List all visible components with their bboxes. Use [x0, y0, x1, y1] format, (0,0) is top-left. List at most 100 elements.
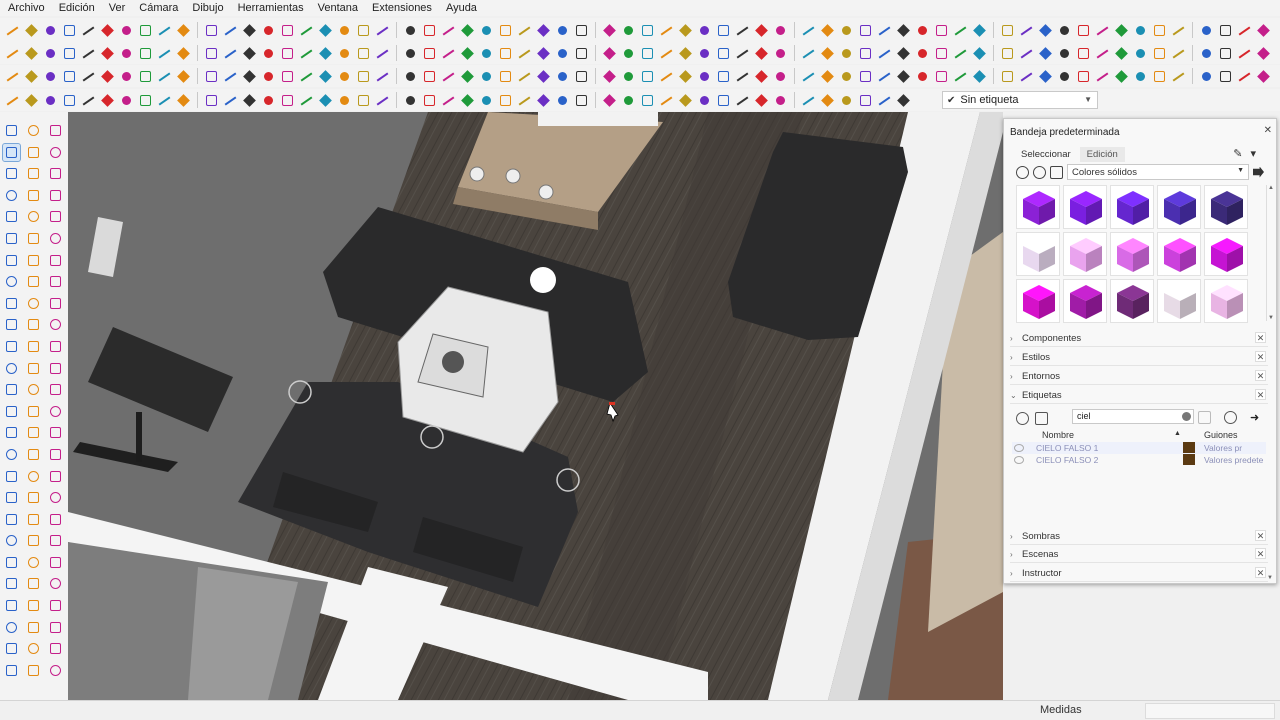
tool-icon[interactable] [137, 68, 154, 85]
tool-icon[interactable] [876, 22, 893, 39]
tool-icon[interactable] [838, 68, 855, 85]
tool-icon[interactable] [1075, 22, 1092, 39]
material-swatch[interactable] [1110, 279, 1154, 323]
tool-icon[interactable] [317, 22, 334, 39]
tool-icon[interactable] [857, 92, 874, 109]
active-tag-select[interactable]: ✔ Sin etiqueta ▼ [942, 91, 1098, 109]
tool-icon[interactable] [23, 92, 40, 109]
tool-icon[interactable] [3, 273, 20, 290]
tool-icon[interactable] [47, 273, 64, 290]
tool-icon[interactable] [3, 575, 20, 592]
tool-icon[interactable] [336, 92, 353, 109]
tool-icon[interactable] [99, 45, 116, 62]
tool-icon[interactable] [1056, 22, 1073, 39]
scroll-down-icon[interactable]: ▼ [1267, 575, 1273, 581]
tool-icon[interactable] [1075, 68, 1092, 85]
tool-icon[interactable] [3, 511, 20, 528]
tool-icon[interactable] [1018, 68, 1035, 85]
tool-icon[interactable] [47, 446, 64, 463]
tool-icon[interactable] [876, 92, 893, 109]
tool-icon[interactable] [47, 597, 64, 614]
tool-icon[interactable] [658, 22, 675, 39]
tool-icon[interactable] [1037, 22, 1054, 39]
tool-icon[interactable] [1255, 45, 1272, 62]
tool-icon[interactable] [3, 424, 20, 441]
tool-icon[interactable] [421, 22, 438, 39]
tool-icon[interactable] [156, 22, 173, 39]
section-tags[interactable]: ⌄ Etiquetas ✕ [1010, 387, 1268, 404]
material-swatch[interactable] [1157, 185, 1201, 229]
tool-icon[interactable] [535, 22, 552, 39]
tool-icon[interactable] [47, 575, 64, 592]
model-materials-icon[interactable] [1033, 165, 1046, 179]
tool-icon[interactable] [440, 92, 457, 109]
tool-icon[interactable] [459, 68, 476, 85]
material-swatch[interactable] [1063, 185, 1107, 229]
tool-icon[interactable] [800, 68, 817, 85]
tool-icon[interactable] [203, 68, 220, 85]
tool-icon[interactable] [279, 68, 296, 85]
material-swatch[interactable] [1063, 232, 1107, 276]
tool-icon[interactable] [47, 403, 64, 420]
tool-icon[interactable] [175, 68, 192, 85]
tool-icon[interactable] [23, 45, 40, 62]
model-viewport[interactable] [68, 112, 1003, 700]
section-instructor[interactable]: › Instructor ✕ [1010, 565, 1268, 582]
tool-icon[interactable] [355, 22, 372, 39]
tool-icon[interactable] [772, 22, 789, 39]
tool-icon[interactable] [4, 22, 21, 39]
tool-icon[interactable] [298, 92, 315, 109]
tool-icon[interactable] [772, 68, 789, 85]
tool-icon[interactable] [999, 68, 1016, 85]
tool-icon[interactable] [203, 92, 220, 109]
tab-edit[interactable]: Edición [1079, 147, 1125, 162]
tool-icon[interactable] [478, 45, 495, 62]
tool-icon[interactable] [516, 68, 533, 85]
tool-icon[interactable] [3, 446, 20, 463]
tool-icon[interactable] [374, 45, 391, 62]
tool-icon[interactable] [3, 252, 20, 269]
tool-icon[interactable] [554, 45, 571, 62]
tool-icon[interactable] [478, 68, 495, 85]
tool-icon[interactable] [47, 662, 64, 679]
tool-icon[interactable] [47, 252, 64, 269]
material-swatch[interactable] [1016, 232, 1060, 276]
tool-icon[interactable] [573, 45, 590, 62]
tool-icon[interactable] [677, 22, 694, 39]
menu-tools[interactable]: Herramientas [238, 2, 304, 14]
tool-icon[interactable] [478, 92, 495, 109]
tool-icon[interactable] [279, 92, 296, 109]
tool-icon[interactable] [47, 360, 64, 377]
tool-icon[interactable] [772, 92, 789, 109]
tool-icon[interactable] [3, 489, 20, 506]
add-folder-icon[interactable] [1035, 411, 1048, 425]
tool-icon[interactable] [156, 45, 173, 62]
tool-icon[interactable] [3, 619, 20, 636]
tool-icon[interactable] [3, 208, 20, 225]
tool-icon[interactable] [47, 316, 64, 333]
tool-icon[interactable] [25, 144, 42, 161]
tool-icon[interactable] [402, 92, 419, 109]
tool-icon[interactable] [47, 144, 64, 161]
close-icon[interactable]: ✕ [1255, 351, 1266, 362]
tool-icon[interactable] [47, 554, 64, 571]
close-icon[interactable]: ✕ [1255, 332, 1266, 343]
tool-icon[interactable] [914, 45, 931, 62]
tool-icon[interactable] [497, 45, 514, 62]
tool-icon[interactable] [497, 68, 514, 85]
tool-icon[interactable] [696, 92, 713, 109]
tool-icon[interactable] [933, 68, 950, 85]
tool-icon[interactable] [25, 489, 42, 506]
tool-icon[interactable] [933, 45, 950, 62]
tool-icon[interactable] [25, 662, 42, 679]
tool-icon[interactable] [914, 22, 931, 39]
tool-icon[interactable] [80, 45, 97, 62]
tool-icon[interactable] [440, 68, 457, 85]
tool-icon[interactable] [260, 45, 277, 62]
tool-icon[interactable] [601, 22, 618, 39]
tool-icon[interactable] [1056, 68, 1073, 85]
tool-icon[interactable] [999, 22, 1016, 39]
tool-icon[interactable] [639, 92, 656, 109]
tool-icon[interactable] [478, 22, 495, 39]
tool-icon[interactable] [1094, 68, 1111, 85]
